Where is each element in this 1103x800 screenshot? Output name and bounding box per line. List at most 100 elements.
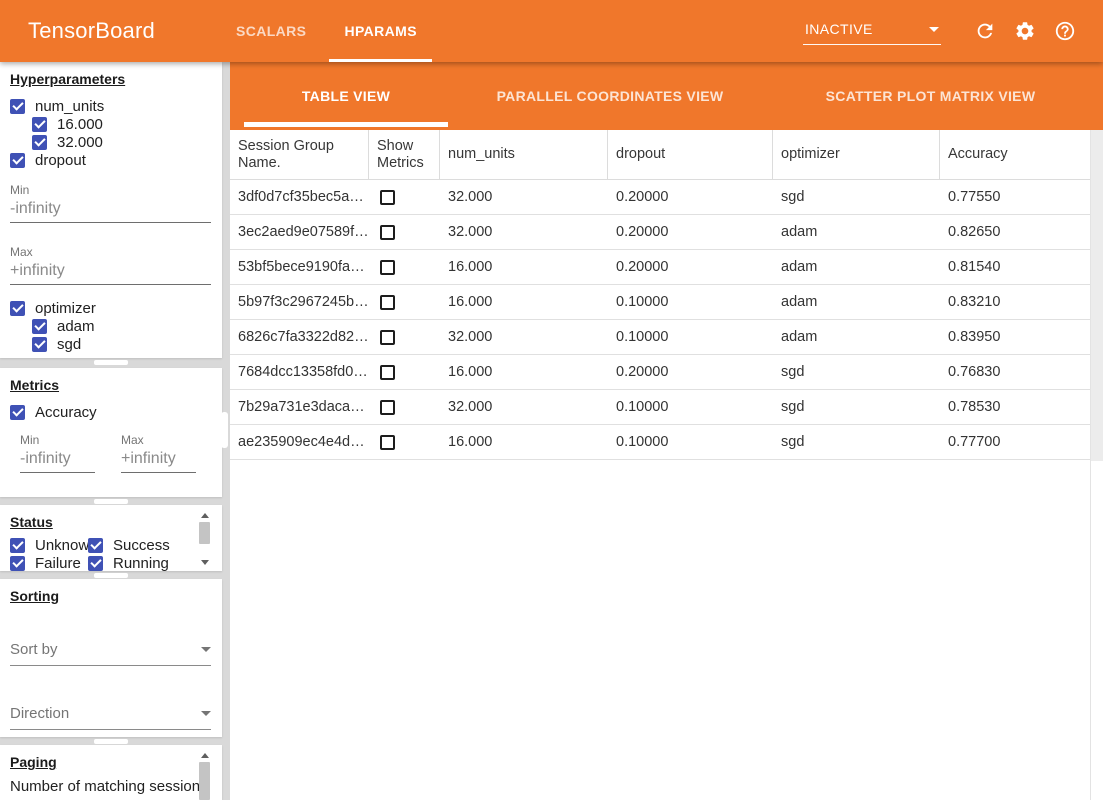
section-resize-handle[interactable] — [94, 499, 128, 504]
table-scrollbar-gutter[interactable] — [1090, 130, 1103, 800]
status-success-checkbox[interactable] — [88, 538, 103, 553]
hparam-dropout: dropout — [10, 151, 222, 169]
direction-select[interactable]: Direction — [10, 705, 211, 730]
section-divider — [0, 571, 230, 579]
accuracy-checkbox[interactable] — [10, 405, 25, 420]
dropout-cell: 0.10000 — [608, 434, 773, 450]
chevron-down-icon — [201, 711, 211, 716]
scroll-up-icon[interactable] — [201, 753, 209, 758]
session-group-name-cell: 6826c7fa3322d82… — [230, 329, 369, 345]
show-metrics-checkbox[interactable] — [380, 260, 395, 275]
hparam-optimizer-sgd: sgd — [32, 335, 222, 353]
chevron-down-icon — [201, 647, 211, 652]
show-metrics-checkbox[interactable] — [380, 435, 395, 450]
paging-scrollbar[interactable] — [198, 753, 211, 800]
column-header-optimizer[interactable]: optimizer — [773, 130, 940, 179]
scrollbar-thumb[interactable] — [199, 762, 210, 800]
metric-min-label: Min — [20, 433, 95, 447]
num-units-16-label: 16.000 — [57, 116, 103, 133]
num-units-cell: 16.000 — [440, 294, 608, 310]
show-metrics-cell — [369, 295, 440, 310]
dropout-checkbox[interactable] — [10, 153, 25, 168]
hyperparameters-section: Hyperparameters num_units 16.000 32.000 … — [0, 62, 222, 358]
sidebar-resize-handle[interactable] — [221, 412, 228, 448]
optimizer-sgd-checkbox[interactable] — [32, 337, 47, 352]
metric-min-input[interactable]: -infinity — [20, 450, 95, 473]
section-resize-handle[interactable] — [94, 739, 128, 744]
status-failure-checkbox[interactable] — [10, 556, 25, 571]
column-header-show-metrics[interactable]: Show Metrics — [369, 130, 440, 179]
dropout-max-input[interactable]: +infinity — [10, 262, 211, 285]
status-running-checkbox[interactable] — [88, 556, 103, 571]
run-selector-dropdown[interactable]: INACTIVE — [803, 17, 941, 45]
status-checkbox-grid: Unknown Success Failure Running — [0, 536, 222, 571]
num-units-32-checkbox[interactable] — [32, 135, 47, 150]
accuracy-cell: 0.77550 — [940, 189, 1090, 205]
session-group-name-cell: 7684dcc13358fd0… — [230, 364, 369, 380]
dropout-min-label: Min — [10, 183, 211, 197]
table-scrollbar-track[interactable] — [1091, 130, 1103, 461]
num-units-checkbox[interactable] — [10, 99, 25, 114]
header-actions: INACTIVE — [803, 17, 1103, 45]
status-unknown-checkbox[interactable] — [10, 538, 25, 553]
show-metrics-checkbox[interactable] — [380, 295, 395, 310]
settings-icon[interactable] — [1013, 19, 1037, 43]
table-row: 3ec2aed9e07589f… 32.000 0.20000 adam 0.8… — [230, 215, 1090, 250]
top-nav: SCALARS HPARAMS — [217, 0, 436, 62]
column-header-num-units[interactable]: num_units — [440, 130, 608, 179]
tab-scalars[interactable]: SCALARS — [217, 0, 325, 62]
sort-by-select[interactable]: Sort by — [10, 641, 211, 666]
section-resize-handle[interactable] — [94, 573, 128, 578]
paging-heading: Paging — [10, 754, 222, 770]
dropout-min-input[interactable]: -infinity — [10, 200, 211, 223]
dropout-cell: 0.10000 — [608, 399, 773, 415]
dropout-cell: 0.20000 — [608, 189, 773, 205]
accuracy-cell: 0.76830 — [940, 364, 1090, 380]
scroll-down-icon[interactable] — [201, 560, 209, 565]
scrollbar-thumb[interactable] — [199, 522, 210, 544]
session-group-name-cell: 5b97f3c2967245b… — [230, 294, 369, 310]
table-row: 7684dcc13358fd0… 16.000 0.20000 sgd 0.76… — [230, 355, 1090, 390]
status-running-label: Running — [113, 555, 169, 572]
dropout-cell: 0.20000 — [608, 224, 773, 240]
help-icon[interactable] — [1053, 19, 1077, 43]
show-metrics-checkbox[interactable] — [380, 400, 395, 415]
session-group-name-cell: 53bf5bece9190fa… — [230, 259, 369, 275]
status-section: Status Unknown Success Failure Running — [0, 505, 222, 571]
metric-max-field: Max +infinity — [121, 433, 196, 473]
metric-max-label: Max — [121, 433, 196, 447]
optimizer-checkbox[interactable] — [10, 301, 25, 316]
status-success-label: Success — [113, 537, 170, 554]
hparam-num-units: num_units — [10, 97, 222, 115]
tab-scatter-plot-matrix-view[interactable]: SCATTER PLOT MATRIX VIEW — [758, 62, 1103, 130]
metric-max-input[interactable]: +infinity — [121, 450, 196, 473]
show-metrics-checkbox[interactable] — [380, 365, 395, 380]
num-units-cell: 32.000 — [440, 224, 608, 240]
num-units-cell: 32.000 — [440, 329, 608, 345]
sorting-heading: Sorting — [10, 588, 222, 604]
metrics-heading: Metrics — [10, 377, 222, 393]
num-units-cell: 16.000 — [440, 259, 608, 275]
show-metrics-checkbox[interactable] — [380, 330, 395, 345]
tab-parallel-coordinates-view[interactable]: PARALLEL COORDINATES VIEW — [462, 62, 758, 130]
scroll-up-icon[interactable] — [201, 513, 209, 518]
column-header-accuracy[interactable]: Accuracy — [940, 130, 1090, 179]
accuracy-cell: 0.78530 — [940, 399, 1090, 415]
show-metrics-checkbox[interactable] — [380, 225, 395, 240]
num-units-16-checkbox[interactable] — [32, 117, 47, 132]
refresh-icon[interactable] — [973, 19, 997, 43]
optimizer-adam-checkbox[interactable] — [32, 319, 47, 334]
optimizer-cell: adam — [773, 294, 940, 310]
status-failure: Failure — [10, 554, 88, 571]
tab-table-view[interactable]: TABLE VIEW — [230, 62, 462, 130]
dropout-max-field: Max +infinity — [10, 245, 211, 285]
column-header-dropout[interactable]: dropout — [608, 130, 773, 179]
column-header-session-group-name[interactable]: Session Group Name. — [230, 130, 369, 179]
status-scrollbar[interactable] — [198, 513, 211, 565]
optimizer-cell: sgd — [773, 399, 940, 415]
tab-hparams[interactable]: HPARAMS — [325, 0, 436, 62]
sorting-section: Sorting Sort by Direction — [0, 579, 222, 737]
main-content: TABLE VIEW PARALLEL COORDINATES VIEW SCA… — [230, 62, 1103, 800]
show-metrics-checkbox[interactable] — [380, 190, 395, 205]
section-resize-handle[interactable] — [94, 360, 128, 365]
